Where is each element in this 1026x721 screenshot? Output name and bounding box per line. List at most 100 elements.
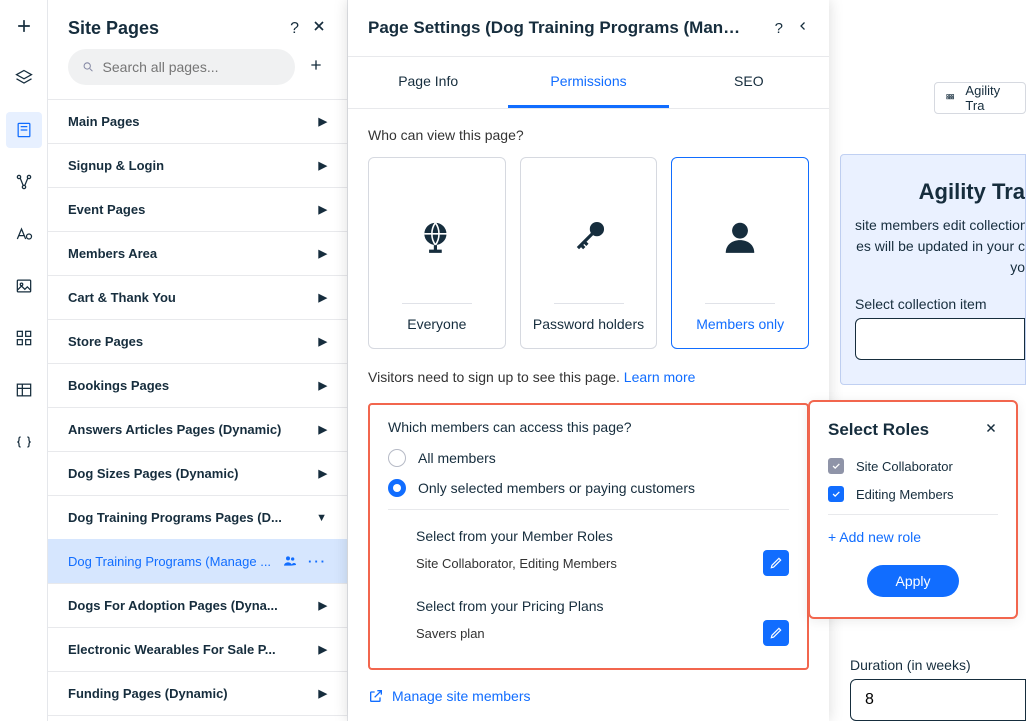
chevron-right-icon: ▶ — [319, 115, 327, 128]
add-page-button[interactable] — [305, 57, 327, 78]
section-dog-sizes[interactable]: Dog Sizes Pages (Dynamic)▶ — [48, 451, 347, 495]
duration-field-block: Duration (in weeks) — [850, 657, 1026, 721]
section-bookings[interactable]: Bookings Pages ▶ — [48, 363, 347, 407]
member-roles-block: Select from your Member Roles Site Colla… — [388, 509, 789, 646]
tab-permissions[interactable]: Permissions — [508, 57, 668, 108]
section-store[interactable]: Store Pages▶ — [48, 319, 347, 363]
page-settings-header: Page Settings (Dog Training Programs (Ma… — [348, 0, 829, 57]
radio-selected-members[interactable]: Only selected members or paying customer… — [388, 479, 789, 497]
help-icon[interactable]: ? — [290, 20, 299, 38]
close-icon[interactable] — [984, 421, 998, 440]
page-item-label: Dog Training Programs (Manage ... — [68, 554, 271, 569]
section-main-pages[interactable]: Main Pages ▶ — [48, 99, 347, 143]
more-icon[interactable]: ··· — [308, 554, 327, 569]
section-team[interactable]: Team Pages (Dynamic)▶ — [48, 715, 347, 721]
chevron-right-icon: ▶ — [319, 643, 327, 656]
manage-members-label: Manage site members — [392, 688, 531, 704]
section-label: Dogs For Adoption Pages (Dyna... — [68, 598, 278, 613]
edit-roles-button[interactable] — [763, 550, 789, 576]
section-dogs-adoption[interactable]: Dogs For Adoption Pages (Dyna... ▶ — [48, 583, 347, 627]
code-icon[interactable] — [6, 424, 42, 460]
section-funding[interactable]: Funding Pages (Dynamic)▶ — [48, 671, 347, 715]
search-input[interactable] — [103, 59, 281, 75]
chevron-down-icon: ▼ — [316, 512, 327, 524]
card-label: Password holders — [533, 316, 644, 332]
card-label: Everyone — [407, 316, 466, 332]
role-label: Site Collaborator — [856, 459, 953, 474]
help-icon[interactable]: ? — [775, 20, 783, 37]
chevron-right-icon: ▶ — [319, 687, 327, 700]
members-icon — [282, 553, 298, 569]
close-icon[interactable] — [311, 18, 327, 39]
section-label: Store Pages — [68, 334, 143, 349]
checkbox-icon — [828, 486, 844, 502]
select-item-dropdown[interactable] — [855, 318, 1025, 360]
radio-all-members[interactable]: All members — [388, 449, 789, 467]
radio-icon — [388, 479, 406, 497]
page-item-dog-training-manage[interactable]: Dog Training Programs (Manage ... ··· — [48, 539, 347, 583]
panel-heading: Agility Tra — [855, 179, 1025, 205]
tab-page-info[interactable]: Page Info — [348, 57, 508, 108]
duration-label: Duration (in weeks) — [850, 657, 1026, 673]
pages-icon[interactable] — [6, 112, 42, 148]
section-dog-training[interactable]: Dog Training Programs Pages (D... ▼ — [48, 495, 347, 539]
layers-icon[interactable] — [6, 60, 42, 96]
who-view-question: Who can view this page? — [368, 127, 809, 143]
connections-icon[interactable] — [6, 164, 42, 200]
role-row-site-collaborator[interactable]: Site Collaborator — [828, 458, 998, 474]
divider — [828, 514, 998, 515]
section-label: Signup & Login — [68, 158, 164, 173]
card-label: Members only — [696, 316, 784, 332]
edit-pricing-button[interactable] — [763, 620, 789, 646]
radio-label: All members — [418, 450, 496, 466]
apps-icon[interactable] — [6, 320, 42, 356]
media-icon[interactable] — [6, 268, 42, 304]
perm-card-members[interactable]: Members only — [671, 157, 809, 349]
settings-tabs: Page Info Permissions SEO — [348, 57, 829, 109]
section-label: Bookings Pages — [68, 378, 169, 393]
back-icon[interactable] — [797, 19, 809, 37]
section-label: Dog Training Programs Pages (D... — [68, 510, 282, 525]
section-label: Answers Articles Pages (Dynamic) — [68, 422, 281, 437]
which-members-question: Which members can access this page? — [388, 419, 789, 435]
radio-icon — [388, 449, 406, 467]
text-style-icon[interactable] — [6, 216, 42, 252]
tab-seo[interactable]: SEO — [669, 57, 829, 108]
perm-card-everyone[interactable]: Everyone — [368, 157, 506, 349]
checkbox-icon — [828, 458, 844, 474]
page-settings-title: Page Settings (Dog Training Programs (Ma… — [368, 18, 748, 38]
add-element-icon[interactable] — [6, 8, 42, 44]
chevron-right-icon: ▶ — [319, 203, 327, 216]
perm-card-password[interactable]: Password holders — [520, 157, 658, 349]
section-label: Electronic Wearables For Sale P... — [68, 642, 276, 657]
section-label: Main Pages — [68, 114, 140, 129]
globe-icon — [418, 170, 456, 303]
info-text: Visitors need to sign up to see this pag… — [368, 369, 624, 385]
duration-input[interactable] — [850, 679, 1026, 721]
data-icon[interactable] — [6, 372, 42, 408]
chevron-right-icon: ▶ — [319, 247, 327, 260]
section-signup-login[interactable]: Signup & Login ▶ — [48, 143, 347, 187]
chevron-right-icon: ▶ — [319, 467, 327, 480]
panel-desc: es will be updated in your c — [855, 236, 1025, 257]
learn-more-link[interactable]: Learn more — [624, 369, 696, 385]
section-answers[interactable]: Answers Articles Pages (Dynamic)▶ — [48, 407, 347, 451]
canvas-toolbar-tab[interactable]: Agility Tra — [934, 82, 1026, 114]
popup-title: Select Roles — [828, 420, 929, 440]
page-settings-panel: Page Settings (Dog Training Programs (Ma… — [348, 0, 829, 721]
site-pages-header: Site Pages ? — [48, 0, 347, 49]
section-members-area[interactable]: Members Area ▶ — [48, 231, 347, 275]
section-wearables[interactable]: Electronic Wearables For Sale P... ▶ — [48, 627, 347, 671]
chevron-right-icon: ▶ — [319, 159, 327, 172]
search-input-wrapper[interactable] — [68, 49, 295, 85]
role-row-editing-members[interactable]: Editing Members — [828, 486, 998, 502]
section-label: Members Area — [68, 246, 157, 261]
section-cart[interactable]: Cart & Thank You▶ — [48, 275, 347, 319]
chevron-right-icon: ▶ — [319, 379, 327, 392]
manage-members-link[interactable]: Manage site members — [368, 688, 809, 704]
chevron-right-icon: ▶ — [319, 599, 327, 612]
section-event-pages[interactable]: Event Pages▶ — [48, 187, 347, 231]
site-pages-title: Site Pages — [68, 18, 159, 39]
add-new-role-link[interactable]: + Add new role — [828, 529, 998, 545]
apply-button[interactable]: Apply — [867, 565, 958, 597]
